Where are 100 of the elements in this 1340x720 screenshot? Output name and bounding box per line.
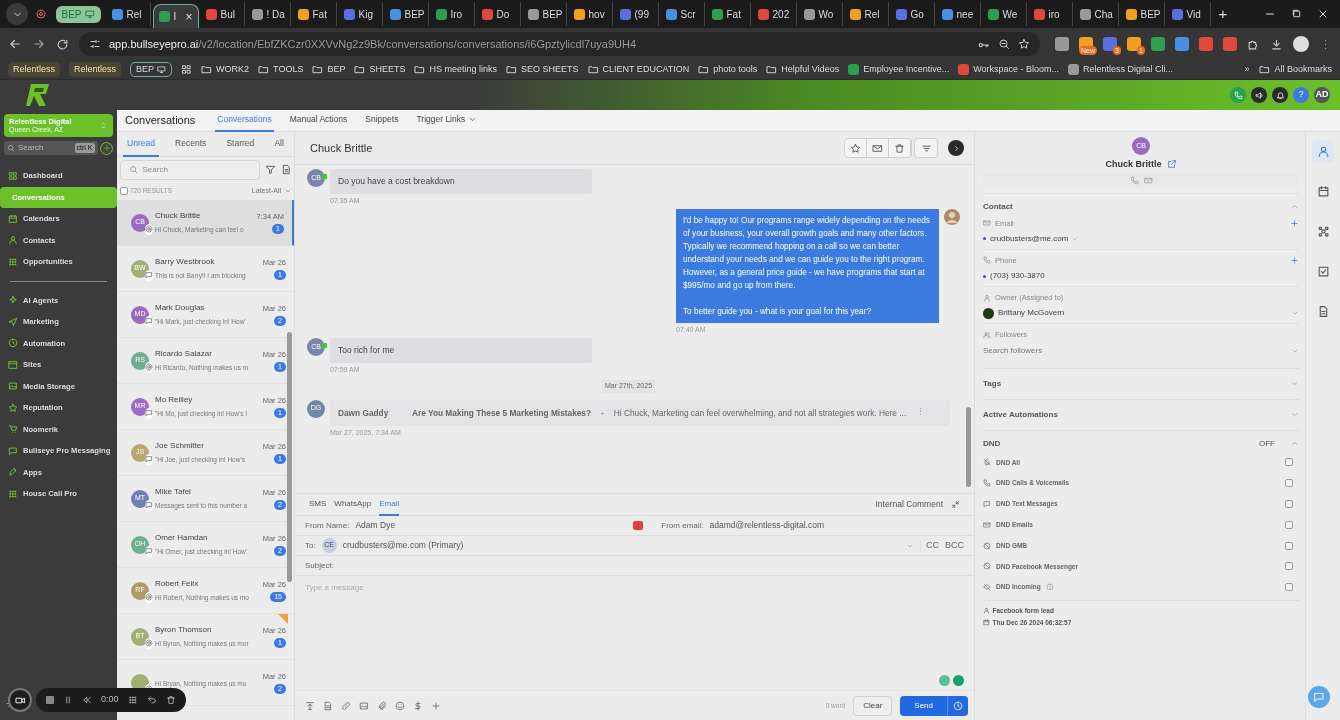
- checkbox[interactable]: [1285, 562, 1293, 571]
- followers-field[interactable]: Search followers: [983, 340, 1299, 361]
- browser-tab[interactable]: BEP: [1120, 2, 1165, 26]
- bookmark[interactable]: Workspace - Bloom...: [958, 62, 1060, 77]
- paperclip-icon[interactable]: [377, 700, 387, 711]
- browser-tab[interactable]: I ×: [152, 4, 199, 28]
- send-button[interactable]: Send: [900, 695, 968, 716]
- bookmark-star-icon[interactable]: [1018, 38, 1030, 50]
- bookmark-folder[interactable]: TOOLS: [258, 62, 304, 77]
- nav-tab[interactable]: Snippets: [363, 109, 401, 132]
- browser-tab[interactable]: Rel: [106, 2, 151, 26]
- browser-tab[interactable]: We: [982, 2, 1027, 26]
- select-all-checkbox[interactable]: [119, 187, 128, 195]
- channel-tab[interactable]: Email: [379, 493, 400, 516]
- add-icon[interactable]: [1290, 218, 1299, 228]
- file-icon[interactable]: [323, 700, 333, 711]
- extension-icon[interactable]: [1055, 37, 1069, 51]
- bookmark-chip[interactable]: Relentless: [69, 61, 122, 78]
- browser-tab[interactable]: BEP: [522, 2, 567, 26]
- pause-icon[interactable]: [63, 695, 73, 705]
- browser-tab[interactable]: Kig: [338, 2, 383, 26]
- link-icon[interactable]: [341, 700, 351, 711]
- bookmark-chip[interactable]: Relentless: [8, 61, 61, 78]
- bookmark[interactable]: Relentless Digital Cli...: [1068, 62, 1174, 77]
- bcc-button[interactable]: BCC: [945, 538, 964, 553]
- add-icon[interactable]: [1290, 255, 1299, 265]
- browser-tab[interactable]: Cha: [1074, 2, 1119, 26]
- reload-icon[interactable]: [56, 37, 69, 51]
- password-manager-icon[interactable]: [633, 521, 644, 530]
- browser-tab[interactable]: (99: [614, 2, 659, 26]
- filter-tab[interactable]: All: [270, 131, 288, 157]
- bookmark-folder[interactable]: All Bookmarks: [1259, 62, 1332, 77]
- text-format-icon[interactable]: [305, 700, 315, 711]
- quick-add-button[interactable]: [100, 141, 113, 155]
- emoji-icon[interactable]: [395, 700, 405, 711]
- checkbox[interactable]: [1285, 520, 1293, 529]
- browser-tab[interactable]: Scr: [660, 2, 705, 26]
- restore-icon[interactable]: [1291, 8, 1302, 19]
- bookmark-folder[interactable]: WORK2: [201, 62, 250, 77]
- internal-comment-button[interactable]: Internal Comment: [875, 498, 943, 511]
- browser-tab[interactable]: BEP: [384, 2, 429, 26]
- browser-tab[interactable]: Vid: [1166, 2, 1211, 26]
- external-link-icon[interactable]: [1166, 159, 1177, 170]
- checkbox[interactable]: [1285, 458, 1293, 467]
- bookmark-folder[interactable]: photo tools: [698, 62, 758, 77]
- trash-icon[interactable]: [893, 142, 905, 154]
- back-icon[interactable]: [8, 37, 22, 51]
- browser-tab[interactable]: Fat: [292, 2, 337, 26]
- checkbox[interactable]: [1285, 479, 1293, 488]
- filter-tab[interactable]: Starred: [222, 131, 259, 157]
- email-message[interactable]: Dawn Gaddy Are You Making These 5 Marketing Mistakes? - Hi Chuck, Marketing can feel overwhelming, and not all strategies work. Here ...: [330, 399, 950, 426]
- filter-tab[interactable]: Unread: [123, 131, 159, 157]
- close-window-icon[interactable]: [1317, 8, 1329, 20]
- bookmark-folder[interactable]: Helpful Videos: [766, 62, 840, 77]
- notifications-button[interactable]: [1272, 87, 1288, 103]
- address-bar[interactable]: app.bullseyepro.ai/v2/location/EbfZKCzr0XXVvNg2z9Bk/conversations/conversations/i6Gpztylicdl7uya9UH4: [79, 32, 1040, 56]
- rail-button[interactable]: [1312, 140, 1334, 162]
- apps-icon[interactable]: [181, 64, 193, 75]
- zoom-icon[interactable]: [998, 38, 1010, 50]
- browser-tab[interactable]: Fat: [706, 2, 751, 26]
- download-icon[interactable]: [1270, 37, 1283, 51]
- filter-tab[interactable]: Recents: [171, 131, 211, 157]
- tab-search-button[interactable]: [6, 3, 28, 25]
- more-bookmarks-button[interactable]: »: [1244, 62, 1250, 77]
- bookmark-group-chip[interactable]: BEP: [130, 61, 173, 78]
- trash-icon[interactable]: [165, 695, 176, 705]
- phone-button[interactable]: [1230, 87, 1246, 103]
- browser-tab[interactable]: Iro: [430, 2, 475, 26]
- bookmark-folder[interactable]: SHEETS: [354, 62, 406, 77]
- compose-icon[interactable]: [280, 164, 292, 175]
- subject-field[interactable]: Subject:: [295, 556, 974, 576]
- dollar-icon[interactable]: [413, 700, 423, 711]
- star-icon[interactable]: [849, 142, 861, 154]
- bookmark-folder[interactable]: BEP: [312, 62, 346, 77]
- forward-icon[interactable]: [32, 37, 46, 51]
- channel-tab[interactable]: WhatsApp: [334, 493, 372, 516]
- scrollbar[interactable]: [287, 332, 292, 582]
- rewind-icon[interactable]: [82, 695, 92, 705]
- browser-tab[interactable]: hov: [568, 2, 613, 26]
- browser-tab[interactable]: Do: [476, 2, 521, 26]
- bookmark[interactable]: Employee Incentive...: [848, 62, 950, 77]
- browser-tab[interactable]: Bul: [200, 2, 245, 26]
- bookmark-folder[interactable]: HS meeting links: [414, 62, 497, 77]
- channel-tab[interactable]: SMS: [309, 493, 327, 516]
- nav-tab[interactable]: Manual Actions: [287, 109, 350, 132]
- nav-tab[interactable]: Trigger Links: [414, 109, 480, 132]
- phone-icon[interactable]: [1129, 176, 1139, 185]
- clear-button[interactable]: Clear: [853, 695, 893, 716]
- site-settings-icon[interactable]: [89, 38, 101, 50]
- bookmark-folder[interactable]: CLIENT EDUCATION: [587, 62, 690, 77]
- grid-icon[interactable]: [127, 695, 138, 705]
- cc-button[interactable]: CC: [920, 538, 939, 553]
- filter-icon[interactable]: [264, 164, 276, 175]
- collapse-icon[interactable]: [951, 500, 960, 509]
- new-tab-button[interactable]: +: [1212, 2, 1234, 26]
- collapse-panel-button[interactable]: [948, 140, 964, 156]
- image-icon[interactable]: [359, 700, 369, 711]
- record-icon[interactable]: [35, 8, 47, 20]
- browser-tab[interactable]: Rel: [844, 2, 889, 26]
- browser-tab[interactable]: nee: [936, 2, 981, 26]
